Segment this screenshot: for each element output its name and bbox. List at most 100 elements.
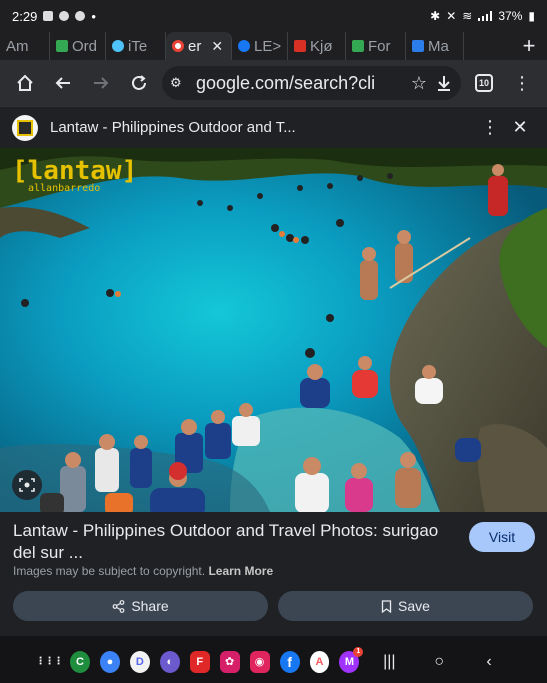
tab-label: Ma (428, 37, 449, 55)
status-bar: 2:29 • ✱ ✕ ≋ 37% ▮ (0, 0, 547, 32)
recents-icon: ||| (383, 652, 396, 670)
download-icon[interactable] (435, 74, 453, 92)
reload-button[interactable] (120, 64, 158, 102)
back-nav-button[interactable]: ‹ (469, 653, 509, 671)
tab-label: For (368, 37, 391, 55)
itech-icon (112, 40, 124, 52)
notification-badge: 1 (353, 646, 364, 657)
visit-label: Visit (488, 529, 516, 545)
address-bar[interactable]: ⚙ google.com/search?cli ☆ (162, 66, 461, 100)
recents-button[interactable]: ||| (369, 653, 409, 671)
more-options-button[interactable]: ⋮ (475, 117, 505, 138)
facebook-icon (238, 40, 250, 52)
url-text[interactable]: google.com/search?cli (196, 73, 403, 94)
status-left: 2:29 • (12, 9, 96, 24)
result-image[interactable]: [lantaw] allanbarredo (0, 148, 547, 512)
share-label: Share (131, 598, 169, 614)
close-tab-icon[interactable]: ✕ (211, 38, 223, 55)
status-right: ✱ ✕ ≋ 37% ▮ (430, 9, 535, 23)
home-icon (17, 74, 33, 91)
new-tab-button[interactable]: + (511, 33, 547, 59)
learn-more-link[interactable]: Learn More (208, 564, 273, 578)
more-vert-icon: ⋮ (513, 72, 531, 93)
result-info: Lantaw - Philippines Outdoor and Travel … (0, 512, 547, 642)
menu-button[interactable]: ⋮ (503, 64, 541, 102)
tab-label: er (188, 37, 202, 55)
reload-icon (132, 75, 146, 90)
home-circle-icon: ○ (434, 652, 445, 670)
more-vert-icon: ⋮ (481, 117, 499, 137)
phone-app-icon[interactable]: C (70, 650, 90, 673)
battery-level: 37% (498, 9, 523, 23)
tab-count: 10 (475, 74, 493, 92)
google-icon (172, 40, 184, 52)
camera-app-icon[interactable]: ◉ (249, 650, 270, 673)
gallery-notification-icon (43, 11, 54, 21)
tab-for[interactable]: For (346, 32, 406, 60)
messenger-notification-icon (59, 11, 70, 21)
kjop-icon (294, 40, 306, 52)
facebook-app-icon[interactable]: f (279, 650, 300, 673)
bookmark-star-icon[interactable]: ☆ (411, 73, 427, 94)
flower-app-icon[interactable]: ✿ (219, 650, 240, 673)
visit-button[interactable]: Visit (469, 522, 535, 552)
result-title[interactable]: Lantaw - Philippines Outdoor and Travel … (13, 520, 453, 564)
tab-mail[interactable]: Ma (406, 32, 464, 60)
arrow-right-icon (94, 77, 109, 89)
tab-amazon[interactable]: Am (0, 32, 50, 60)
save-button[interactable]: Save (278, 591, 533, 621)
tab-orders[interactable]: Ord (50, 32, 106, 60)
tab-label: LE> (254, 37, 282, 55)
copyright-notice: Images may be subject to copyright. Lear… (13, 564, 273, 578)
watermark-logo: [lantaw] (12, 156, 138, 186)
tab-kjop[interactable]: Kjø (288, 32, 346, 60)
shield-icon (352, 40, 364, 52)
navigation-bar: ⋮⋮⋮ C ● D ◐ F ✿ ◉ f A M 1 ||| ○ ‹ (0, 640, 547, 683)
back-button[interactable] (44, 64, 82, 102)
forward-button[interactable] (82, 64, 120, 102)
wifi-icon: ≋ (462, 9, 473, 23)
result-header: Lantaw - Philippines Outdoor and T... ⋮ … (0, 106, 547, 148)
google-lens-icon (19, 478, 35, 492)
tab-label: Ord (72, 37, 98, 55)
arrow-left-icon (55, 77, 70, 89)
apps-grid-icon[interactable]: ⋮⋮⋮ (36, 651, 64, 673)
flipboard-app-icon[interactable]: F (189, 650, 210, 673)
messages-app-icon[interactable]: ● (99, 650, 120, 673)
mail-icon (412, 40, 424, 52)
share-button[interactable]: Share (13, 591, 268, 621)
bluetooth-icon: ✱ (430, 9, 441, 23)
tab-label: Am (6, 37, 29, 55)
signal-icon (478, 11, 493, 21)
sheets-icon (56, 40, 68, 52)
mute-icon: ✕ (446, 9, 457, 23)
site-settings-icon[interactable]: ⚙ (170, 75, 188, 91)
home-nav-button[interactable]: ○ (419, 653, 459, 671)
battery-icon: ▮ (528, 9, 535, 23)
tab-switcher-button[interactable]: 10 (465, 64, 503, 102)
tab-itech[interactable]: iTe (106, 32, 166, 60)
messenger-app-icon[interactable]: M 1 (339, 646, 364, 673)
copyright-text: Images may be subject to copyright. (13, 564, 206, 578)
close-icon: ✕ (512, 117, 528, 137)
save-label: Save (398, 598, 430, 614)
airbnb-app-icon[interactable]: A (309, 650, 330, 673)
tab-strip: Am Ord iTe er ✕ LE> Kjø For Ma + (0, 32, 547, 60)
lagoon-photo (0, 148, 547, 512)
share-icon (112, 599, 125, 613)
tab-label: Kjø (310, 37, 333, 55)
lens-button[interactable] (12, 470, 42, 500)
browser-toolbar: ⚙ google.com/search?cli ☆ 10 ⋮ (0, 60, 547, 106)
more-notifications-dot-icon: • (91, 8, 96, 24)
tab-google-active[interactable]: er ✕ (166, 32, 232, 60)
close-button[interactable]: ✕ (505, 117, 535, 138)
discord-app-icon[interactable]: D (129, 650, 150, 673)
tab-facebook[interactable]: LE> (232, 32, 288, 60)
reddit-notification-icon (75, 11, 86, 21)
bookmark-icon (381, 599, 392, 613)
site-name[interactable]: Lantaw - Philippines Outdoor and T... (50, 119, 475, 136)
site-logo (12, 114, 38, 141)
watermark: [lantaw] allanbarredo (12, 158, 137, 194)
samsung-internet-app-icon[interactable]: ◐ (159, 650, 180, 673)
home-button[interactable] (6, 64, 44, 102)
